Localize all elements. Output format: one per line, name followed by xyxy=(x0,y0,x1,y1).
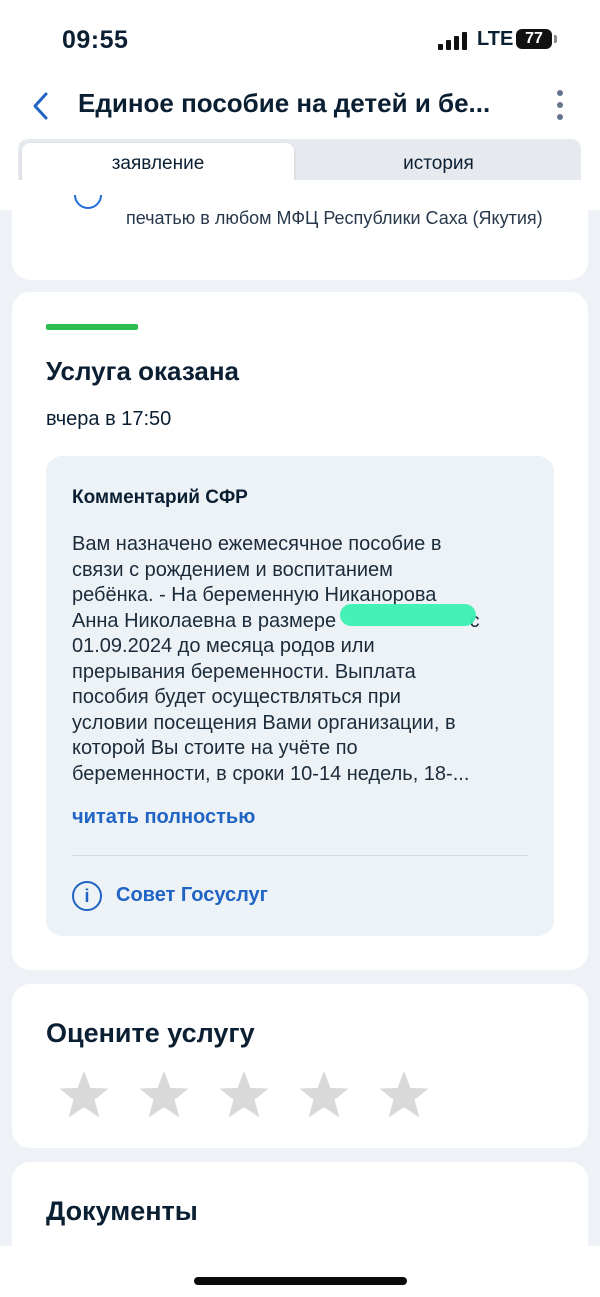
documents-title: Документы xyxy=(46,1196,198,1226)
divider xyxy=(72,855,528,856)
comment-line: условии посещения Вами организации, в xyxy=(72,711,456,734)
previous-step-card: печатью в любом МФЦ Республики Саха (Яку… xyxy=(12,180,588,280)
status-bar: 09:55 LTE 77 xyxy=(0,24,600,58)
comment-line: 01.09.2024 до месяца родов или xyxy=(72,635,375,657)
star-icon-4[interactable] xyxy=(296,1068,352,1124)
star-icon-5[interactable] xyxy=(376,1068,432,1124)
battery-icon: 77 xyxy=(516,29,557,49)
star-icon-3[interactable] xyxy=(216,1068,272,1124)
comment-line: пособия будет осуществляться при xyxy=(72,686,401,708)
comment-line: которой Вы стоите на учёте по xyxy=(72,737,358,759)
status-title: Услуга оказана xyxy=(46,356,240,386)
status-progress-bar xyxy=(46,324,138,330)
kebab-menu-icon[interactable] xyxy=(548,90,572,124)
network-type: LTE xyxy=(477,28,514,50)
app-header: Единое пособие на детей и бе... xyxy=(0,82,600,132)
advice-label: Совет Госуслуг xyxy=(116,884,268,906)
home-indicator-area xyxy=(0,1246,600,1297)
rating-title: Оцените услугу xyxy=(46,1018,255,1048)
sfr-comment-box: Комментарий СФР Вам назначено ежемесячно… xyxy=(46,456,554,936)
signal-icon xyxy=(438,32,470,50)
top-bar: 09:55 LTE 77 Единое пособие на детей и б… xyxy=(0,0,600,210)
tab-history[interactable]: история xyxy=(300,143,577,185)
star-icon-1[interactable] xyxy=(56,1068,112,1124)
status-timestamp: вчера в 17:50 xyxy=(46,408,172,430)
comment-line: беременности, в сроки 10-14 недель, 18-.… xyxy=(72,762,470,785)
status-time: 09:55 xyxy=(62,26,129,54)
comment-title: Комментарий СФР xyxy=(72,487,248,508)
redacted-amount xyxy=(340,604,476,626)
comment-line: прерывания беременности. Выплата xyxy=(72,660,416,683)
comment-line: Вам назначено ежемесячное пособие в xyxy=(72,533,442,555)
rating-card: Оцените услугу xyxy=(12,984,588,1148)
chevron-left-icon[interactable] xyxy=(28,88,56,124)
home-indicator[interactable] xyxy=(194,1277,407,1285)
comment-text: Вам назначено ежемесячное пособие в связ… xyxy=(72,532,534,787)
previous-step-text: печатью в любом МФЦ Республики Саха (Яку… xyxy=(126,208,543,228)
page-title: Единое пособие на детей и бе... xyxy=(78,88,491,118)
step-circle-icon xyxy=(74,195,104,209)
comment-line: связи с рождением и воспитанием xyxy=(72,558,393,581)
star-icon-2[interactable] xyxy=(136,1068,192,1124)
service-status-card: Услуга оказана вчера в 17:50 Комментарий… xyxy=(12,292,588,970)
read-more-link[interactable]: читать полностью xyxy=(72,806,255,829)
info-icon: i xyxy=(72,881,102,911)
tab-application[interactable]: заявление xyxy=(22,143,294,185)
